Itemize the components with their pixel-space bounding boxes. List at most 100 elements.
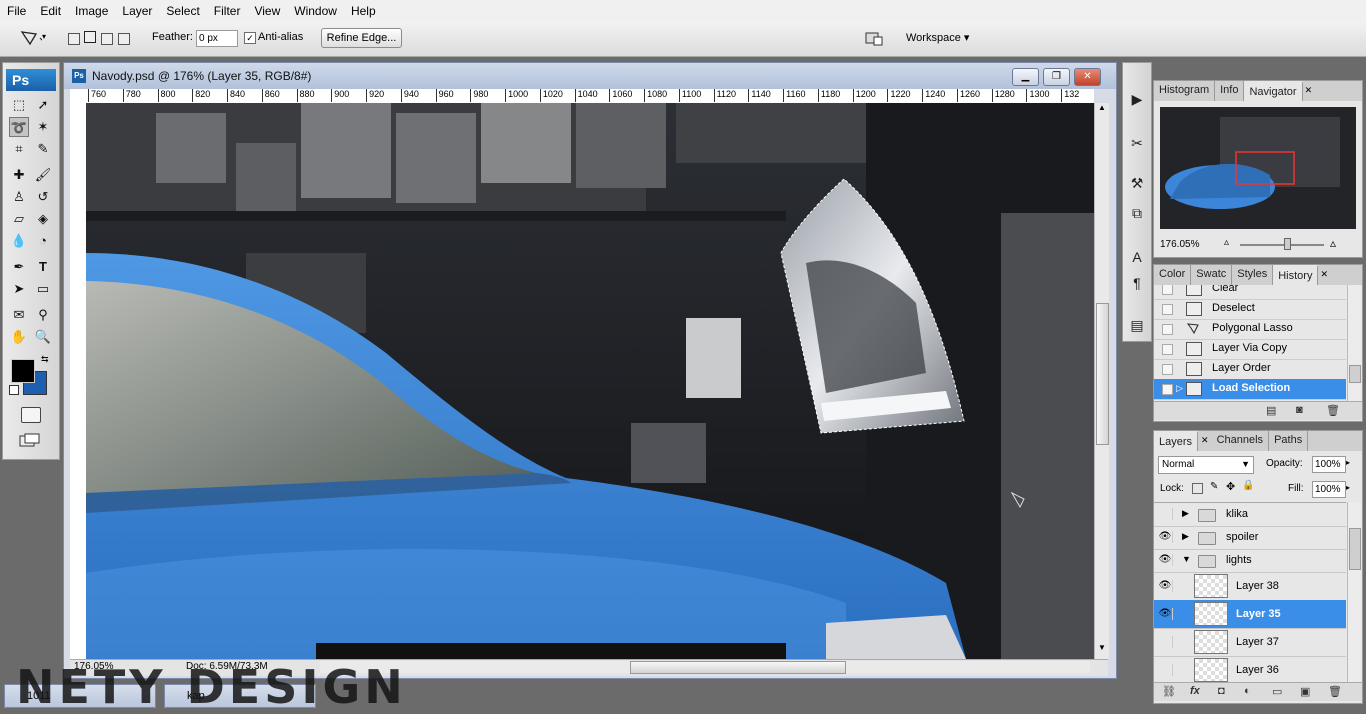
default-colors-icon[interactable]	[9, 385, 19, 395]
new-layer-icon[interactable]: ▣	[1300, 685, 1310, 698]
move-tool-icon[interactable]: ➚	[33, 95, 53, 115]
vertical-scrollbar[interactable]: ▲ ▼	[1094, 103, 1109, 659]
tab-info[interactable]: Info	[1215, 81, 1245, 101]
actions-icon[interactable]: ▶	[1127, 89, 1147, 109]
layers-scrollbar[interactable]	[1347, 502, 1361, 682]
fill-dropdown-icon[interactable]: ▸	[1346, 483, 1350, 492]
adjustment-layer-icon[interactable]: ◐	[1244, 685, 1251, 697]
link-layers-icon[interactable]: ⛓	[1162, 685, 1176, 698]
layer-comps-icon[interactable]: ▤	[1127, 315, 1147, 335]
opacity-input[interactable]: 100%	[1312, 456, 1346, 473]
maximize-button[interactable]: ❐	[1043, 68, 1070, 86]
path-select-icon[interactable]: ➤	[9, 279, 29, 299]
tab-styles[interactable]: Styles	[1232, 265, 1274, 285]
shape-tool-icon[interactable]: ▭	[33, 279, 53, 299]
layer-row[interactable]: 👁 Layer 38	[1154, 572, 1346, 601]
healing-brush-icon[interactable]: ✚	[9, 165, 29, 185]
slice-tool-icon[interactable]: ✎	[33, 139, 53, 159]
tab-swatches[interactable]: Swatc	[1191, 265, 1233, 285]
menu-edit[interactable]: Edit	[33, 0, 68, 22]
eye-icon[interactable]: 👁	[1158, 531, 1173, 543]
history-item[interactable]: Polygonal Lasso	[1154, 319, 1346, 340]
group-collapse-icon[interactable]: ▼	[1182, 554, 1191, 564]
menu-image[interactable]: Image	[68, 0, 115, 22]
hand-tool-icon[interactable]: ✋	[9, 327, 29, 347]
antialias-checkbox[interactable]: ✓	[244, 32, 256, 44]
visibility-toggle[interactable]	[1158, 664, 1173, 676]
screen-mode-icon[interactable]	[19, 433, 41, 447]
notes-tool-icon[interactable]: ✉	[9, 305, 29, 325]
history-item[interactable]: Layer Order	[1154, 359, 1346, 380]
blend-mode-select[interactable]: Normal ▼	[1158, 456, 1254, 474]
vertical-ruler[interactable]	[70, 103, 87, 659]
eye-icon[interactable]: 👁	[1158, 580, 1173, 592]
tool-presets-icon[interactable]	[864, 29, 886, 47]
brushes-icon[interactable]: ⚒	[1127, 173, 1147, 193]
tab-channels[interactable]: Channels	[1212, 431, 1270, 451]
new-group-icon[interactable]: ▭	[1272, 685, 1282, 698]
tab-paths[interactable]: Paths	[1269, 431, 1309, 451]
layer-group-row[interactable]: 👁 ▶ spoiler	[1154, 526, 1346, 550]
zoom-tool-icon[interactable]: 🔍	[33, 327, 53, 347]
lock-position-icon[interactable]: ✥	[1226, 480, 1235, 493]
fx-icon[interactable]: fx	[1190, 685, 1200, 697]
character-icon[interactable]: A	[1127, 247, 1147, 267]
scroll-up-icon[interactable]: ▲	[1095, 103, 1109, 115]
layer-row-selected[interactable]: 👁 Layer 35	[1154, 600, 1346, 629]
refine-edge-button[interactable]: Refine Edge...	[321, 28, 402, 48]
history-item[interactable]: Clear	[1154, 285, 1346, 300]
close-button[interactable]: ✕	[1074, 68, 1101, 86]
zoom-slider[interactable]	[1240, 244, 1324, 246]
menu-help[interactable]: Help	[344, 0, 383, 22]
layer-row[interactable]: Layer 36	[1154, 656, 1346, 683]
history-brush-icon[interactable]: ↺	[33, 187, 53, 207]
eraser-tool-icon[interactable]: ▱	[9, 209, 29, 229]
layers-scroll-thumb[interactable]	[1349, 528, 1361, 570]
crop-tool-icon[interactable]: ⌗	[9, 139, 29, 159]
image-canvas[interactable]	[86, 103, 1094, 659]
magic-wand-icon[interactable]: ✶	[33, 117, 53, 137]
subtract-selection-icon[interactable]	[101, 33, 113, 45]
navigator-preview[interactable]	[1160, 107, 1356, 229]
add-selection-icon[interactable]	[84, 31, 96, 43]
lock-image-icon[interactable]: ✎	[1210, 481, 1218, 492]
new-snapshot-icon[interactable]: ◙	[1296, 404, 1303, 416]
intersect-selection-icon[interactable]	[118, 33, 130, 45]
history-scrollbar[interactable]	[1347, 285, 1361, 401]
zoom-out-icon[interactable]: ▵	[1224, 237, 1229, 248]
tool-presets-icon[interactable]: ✂	[1127, 133, 1147, 153]
navigator-close-icon[interactable]: ✕	[1305, 81, 1313, 101]
horizontal-ruler[interactable]: 760 780 800 820 840 860 880 900 920 940 960 980 1000…	[86, 89, 1094, 104]
zoom-slider-thumb[interactable]	[1284, 238, 1291, 250]
brush-tool-icon[interactable]: 🖌	[33, 165, 53, 185]
horizontal-scrollbar[interactable]	[320, 661, 1090, 674]
history-item[interactable]: Layer Via Copy	[1154, 339, 1346, 360]
vertical-scroll-thumb[interactable]	[1096, 303, 1109, 445]
scroll-down-icon[interactable]: ▼	[1095, 643, 1109, 655]
tab-history[interactable]: History	[1273, 265, 1319, 285]
preset-dropdown-icon[interactable]: ▾	[42, 32, 46, 41]
tab-navigator[interactable]: Navigator	[1244, 81, 1303, 101]
eye-icon[interactable]: 👁	[1158, 554, 1173, 566]
dodge-tool-icon[interactable]: ◔	[33, 231, 53, 251]
history-item[interactable]: Deselect	[1154, 299, 1346, 320]
clone-source-icon[interactable]: ⧉	[1127, 203, 1147, 223]
ruler-origin[interactable]	[70, 89, 86, 104]
foreground-color-swatch[interactable]	[11, 359, 35, 383]
swap-colors-icon[interactable]: ⇆	[41, 354, 49, 365]
layer-group-row[interactable]: ▶ klika	[1154, 503, 1346, 527]
lock-all-icon[interactable]: 🔒	[1242, 480, 1254, 491]
delete-layer-icon[interactable]: 🗑	[1328, 685, 1342, 698]
new-document-from-state-icon[interactable]: ▤	[1266, 404, 1276, 417]
blur-tool-icon[interactable]: 💧	[9, 231, 29, 251]
menu-layer[interactable]: Layer	[115, 0, 159, 22]
visibility-toggle[interactable]	[1158, 508, 1173, 520]
zoom-in-icon[interactable]: ▵	[1330, 236, 1336, 250]
eyedropper-icon[interactable]: ⚲	[33, 305, 53, 325]
layer-group-row[interactable]: 👁 ▼ lights	[1154, 549, 1346, 573]
clone-stamp-icon[interactable]: ♙	[9, 187, 29, 207]
new-selection-icon[interactable]	[68, 33, 80, 45]
menu-window[interactable]: Window	[287, 0, 344, 22]
eye-icon[interactable]: 👁	[1158, 608, 1173, 620]
lasso-tool-icon[interactable]: ➰	[9, 117, 29, 137]
